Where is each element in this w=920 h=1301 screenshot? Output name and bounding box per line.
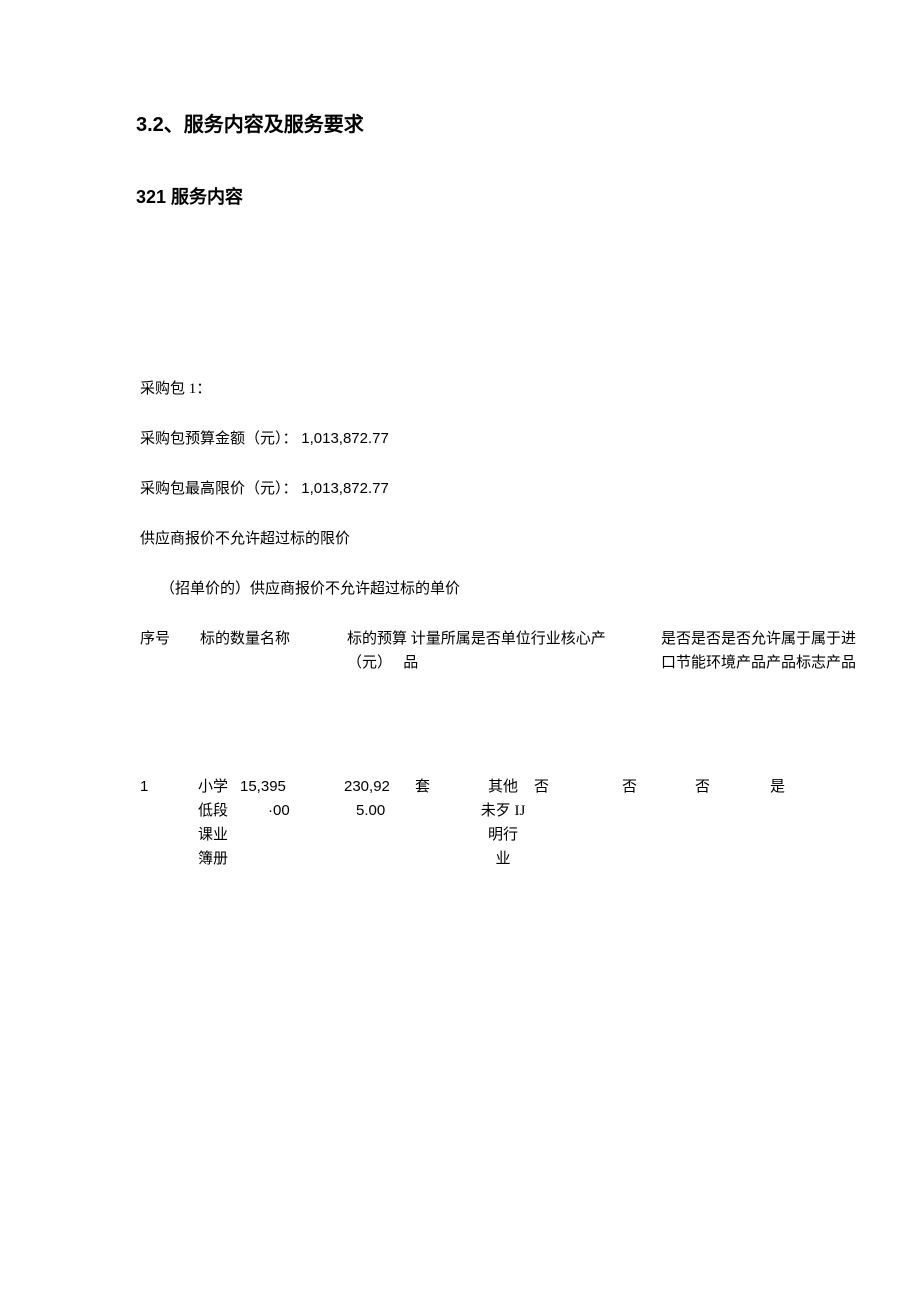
package-title: 采购包 1： bbox=[140, 377, 780, 401]
note-1: 供应商报价不允许超过标的限价 bbox=[140, 527, 780, 551]
cell-name-l3: 课业 bbox=[198, 823, 238, 847]
th-line4b: 口节能环境产品产品标志产品 bbox=[661, 655, 856, 671]
budget-label: 采购包预算金额（元）： bbox=[140, 431, 298, 447]
th-line2: （元） 品 bbox=[347, 655, 418, 671]
cell-industry-l1: 其他 bbox=[473, 775, 533, 799]
th-line4a: 是否是否是否允许属于属于进 bbox=[661, 631, 856, 647]
cell-name-l2: 低段 bbox=[198, 799, 238, 823]
cell-name-l1: 小学 bbox=[198, 775, 238, 799]
cell-name: 小学 低段 课业 簿册 bbox=[198, 775, 238, 871]
cell-eco: 是 bbox=[770, 775, 785, 799]
cell-budget-l1: 230,92 bbox=[344, 775, 390, 799]
table-header: 序号 标的数量名称 标的预算 计量所属是否单位行业核心产 （元） 品 是否是否是… bbox=[140, 627, 780, 679]
ceiling-label: 采购包最高限价（元）： bbox=[140, 481, 298, 497]
cell-budget-l2: 5.00 bbox=[344, 799, 390, 823]
budget-value: 1,013,872.77 bbox=[301, 430, 389, 447]
th-line1: 标的预算 计量所属是否单位行业核心产 bbox=[347, 631, 606, 647]
items-table: 序号 标的数量名称 标的预算 计量所属是否单位行业核心产 （元） 品 是否是否是… bbox=[140, 627, 780, 885]
ceiling-line: 采购包最高限价（元）： 1,013,872.77 bbox=[140, 477, 780, 501]
cell-core: 否 bbox=[534, 775, 549, 799]
cell-qty: 15,395 bbox=[240, 775, 286, 799]
th-import-energy-eco: 是否是否是否允许属于属于进 口节能环境产品产品标志产品 bbox=[661, 627, 891, 675]
th-seq: 序号 bbox=[140, 627, 180, 651]
cell-import: 否 bbox=[622, 775, 637, 799]
cell-energy: 否 bbox=[695, 775, 710, 799]
ceiling-value: 1,013,872.77 bbox=[301, 480, 389, 497]
note-2: （招单价的）供应商报价不允许超过标的单价 bbox=[140, 577, 780, 601]
th-name-qty: 标的数量名称 bbox=[200, 627, 330, 651]
cell-industry-l3: 明行 bbox=[473, 823, 533, 847]
sub-section-heading: 321 服务内容 bbox=[136, 183, 780, 209]
cell-unit: 套 bbox=[415, 775, 430, 799]
budget-line: 采购包预算金额（元）： 1,013,872.77 bbox=[140, 427, 780, 451]
cell-seq: 1 bbox=[140, 775, 148, 799]
intro-block: 采购包 1： 采购包预算金额（元）： 1,013,872.77 采购包最高限价（… bbox=[140, 377, 780, 601]
cell-industry-l2: 未歹 IJ bbox=[473, 799, 533, 823]
th-budget-unit-industry-core: 标的预算 计量所属是否单位行业核心产 （元） 品 bbox=[347, 627, 662, 675]
cell-industry: 其他 未歹 IJ 明行 业 bbox=[473, 775, 533, 871]
cell-name-l4: 簿册 bbox=[198, 847, 238, 871]
cell-qty-suffix: ·00 bbox=[268, 799, 290, 823]
table-row: 1 小学 低段 课业 簿册 15,395 ·00 230,92 5.00 套 其… bbox=[140, 775, 780, 885]
cell-industry-l4: 业 bbox=[473, 847, 533, 871]
cell-budget: 230,92 5.00 bbox=[344, 775, 390, 823]
section-heading: 3.2、服务内容及服务要求 bbox=[136, 108, 780, 137]
